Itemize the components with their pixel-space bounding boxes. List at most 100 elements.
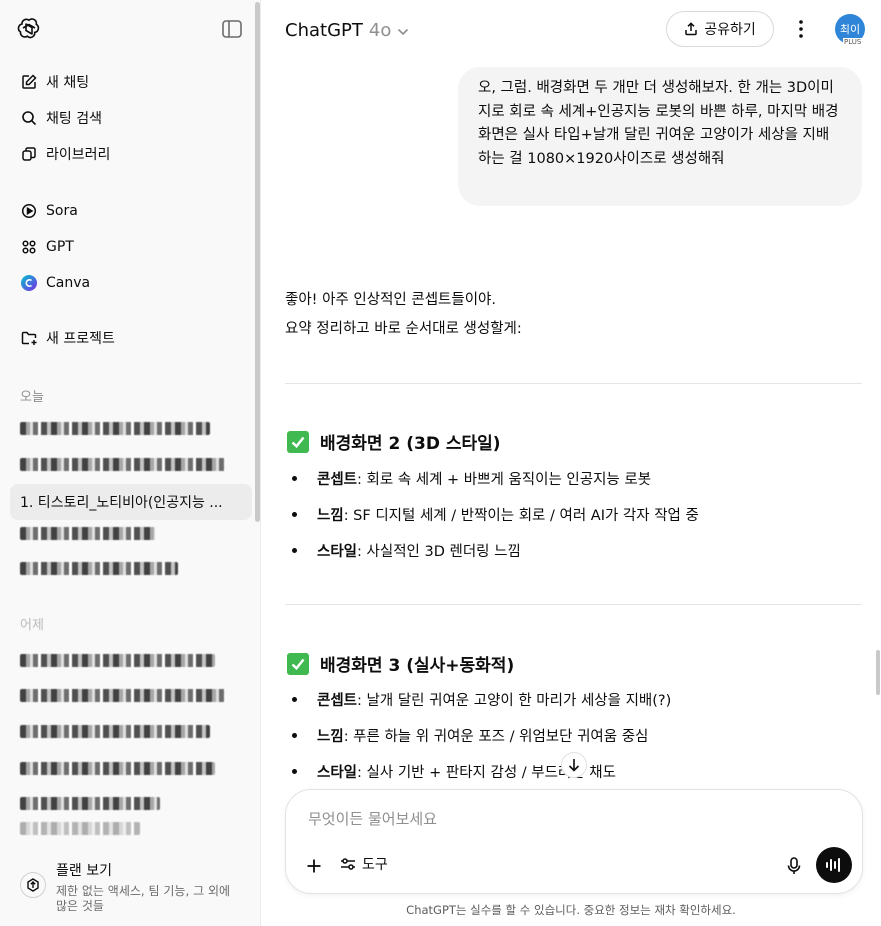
- folder-plus-icon: [20, 329, 38, 347]
- sidebar-item-label: Sora: [46, 203, 78, 219]
- chat-history-item[interactable]: [10, 642, 252, 678]
- model-selector[interactable]: ChatGPT 4o: [285, 20, 409, 41]
- check-mark-icon: [287, 430, 309, 453]
- upgrade-icon: [20, 872, 46, 898]
- sidebar-toggle-icon[interactable]: [221, 19, 243, 39]
- divider: [285, 383, 862, 384]
- upgrade-plan-button[interactable]: 플랜 보기 제한 없는 액세스, 팀 기능, 그 외에 많은 것들: [10, 852, 252, 916]
- chat-history-item[interactable]: [10, 550, 252, 586]
- chat-history-item[interactable]: [10, 713, 252, 749]
- item-key: 콘셉트: [317, 472, 358, 488]
- item-key: 느낌: [317, 729, 344, 745]
- section-title: 배경화면 3 (실사+동화적): [320, 656, 515, 676]
- chat-history-item[interactable]: [10, 750, 252, 786]
- sidebar-item-label: Canva: [46, 275, 91, 291]
- chat-history-item[interactable]: [10, 515, 252, 551]
- more-options-icon[interactable]: [791, 18, 811, 40]
- sidebar-item-gpt[interactable]: GPT: [10, 230, 252, 264]
- sidebar-item-label: GPT: [46, 239, 74, 255]
- message-input[interactable]: 무엇이든 물어보세요: [308, 808, 437, 829]
- sidebar-item-label: 새 채팅: [46, 75, 90, 91]
- gpt-grid-icon: [20, 238, 38, 256]
- sidebar-scrollbar[interactable]: [255, 2, 260, 522]
- plan-title: 플랜 보기: [56, 863, 112, 879]
- section-label-today: 오늘: [20, 390, 44, 405]
- list-item: 콘셉트: 회로 속 세계 + 바쁘게 움직이는 인공지능 로봇: [292, 468, 651, 489]
- sidebar-item-label: 새 프로젝트: [46, 331, 115, 347]
- redacted-chat-title: [20, 724, 210, 738]
- voice-mode-button[interactable]: [816, 847, 852, 883]
- chat-history-item[interactable]: [10, 410, 252, 446]
- scroll-to-bottom-button[interactable]: [561, 752, 587, 778]
- share-button[interactable]: 공유하기: [666, 11, 774, 47]
- plus-icon: [307, 859, 321, 873]
- section-heading: 배경화면 3 (실사+동화적): [287, 651, 514, 676]
- item-key: 스타일: [317, 765, 358, 781]
- divider: [285, 604, 862, 605]
- model-name: ChatGPT: [285, 20, 363, 41]
- share-label: 공유하기: [704, 22, 756, 38]
- edit-icon: [20, 73, 38, 91]
- microphone-icon: [787, 857, 801, 874]
- share-icon: [685, 22, 697, 36]
- redacted-chat-title: [20, 653, 215, 667]
- sidebar-item-sora[interactable]: Sora: [10, 194, 252, 228]
- top-bar: ChatGPT 4o 공유하기 최이 PLUS: [261, 0, 881, 58]
- sidebar-item-label: 채팅 검색: [46, 111, 102, 127]
- user-message-bubble: 오, 그럼. 배경화면 두 개만 더 생성해보자. 한 개는 3D이미지로 회로…: [458, 67, 862, 206]
- plan-subtitle: 제한 없는 액세스, 팀 기능, 그 외에 많은 것들: [56, 884, 231, 913]
- item-key: 느낌: [317, 508, 344, 524]
- message-composer[interactable]: 무엇이든 물어보세요 도구: [285, 789, 863, 894]
- section-label-yesterday: 어제: [20, 618, 44, 633]
- chat-title: 1. 티스토리_노티비아(인공지능 ...: [20, 495, 223, 511]
- section-title: 배경화면 2 (3D 스타일): [320, 434, 501, 454]
- list-item: 스타일: 사실적인 3D 렌더링 느낌: [292, 540, 521, 561]
- item-value: : 날개 달린 귀여운 고양이 한 마리가 세상을 지배(?): [357, 693, 672, 709]
- plan-badge: PLUS: [843, 38, 863, 46]
- item-value: : 사실적인 3D 렌더링 느낌: [357, 544, 521, 560]
- sidebar-item-canva[interactable]: Canva: [10, 266, 252, 300]
- arrow-down-icon: [568, 759, 580, 772]
- chat-history-item[interactable]: [10, 446, 252, 482]
- openai-logo-icon[interactable]: [17, 17, 41, 41]
- redacted-chat-title: [20, 821, 140, 835]
- item-value: : 회로 속 세계 + 바쁘게 움직이는 인공지능 로봇: [357, 472, 652, 488]
- model-version: 4o: [368, 20, 392, 41]
- item-key: 콘셉트: [317, 693, 358, 709]
- dictate-button[interactable]: [782, 854, 806, 878]
- item-key: 스타일: [317, 544, 358, 560]
- search-icon: [20, 109, 38, 127]
- main-scrollbar[interactable]: [876, 650, 880, 695]
- list-item: 콘셉트: 날개 달린 귀여운 고양이 한 마리가 세상을 지배(?): [292, 689, 671, 710]
- redacted-chat-title: [20, 561, 178, 575]
- item-value: : 푸른 하늘 위 귀여운 포즈 / 위엄보단 귀여움 중심: [343, 729, 649, 745]
- assistant-intro-line: 좋아! 아주 인상적인 콘셉트들이야.: [285, 292, 497, 308]
- assistant-intro-line: 요약 정리하고 바로 순서대로 생성할게:: [285, 321, 522, 337]
- redacted-chat-title: [20, 796, 160, 810]
- tools-button[interactable]: 도구: [340, 854, 388, 874]
- redacted-chat-title: [20, 421, 210, 435]
- item-value: : SF 디지털 세계 / 반짝이는 회로 / 여러 AI가 각자 작업 중: [343, 508, 699, 524]
- redacted-chat-title: [20, 761, 215, 775]
- voice-waveform-icon: [826, 858, 840, 872]
- tools-label: 도구: [362, 857, 388, 873]
- chat-history-item[interactable]: [10, 677, 252, 713]
- sidebar-item-new-chat[interactable]: 새 채팅: [10, 65, 252, 99]
- sidebar: 새 채팅 채팅 검색 라이브러리 Sora GPT Canva 새 프로젝트 오…: [0, 0, 261, 926]
- sidebar-item-search-chats[interactable]: 채팅 검색: [10, 101, 252, 135]
- sidebar-item-library[interactable]: 라이브러리: [10, 137, 252, 171]
- sidebar-item-label: 라이브러리: [46, 147, 111, 163]
- chat-history-item[interactable]: [10, 785, 252, 821]
- library-icon: [20, 145, 38, 163]
- list-item: 느낌: 푸른 하늘 위 귀여운 포즈 / 위엄보단 귀여움 중심: [292, 725, 648, 746]
- redacted-chat-title: [20, 457, 225, 471]
- check-mark-icon: [287, 652, 309, 675]
- chat-history-item[interactable]: [10, 818, 252, 838]
- chevron-down-icon: [397, 20, 409, 41]
- add-attachment-button[interactable]: [300, 852, 328, 880]
- tools-sliders-icon: [341, 858, 355, 870]
- sidebar-item-new-project[interactable]: 새 프로젝트: [10, 321, 252, 355]
- list-item: 느낌: SF 디지털 세계 / 반짝이는 회로 / 여러 AI가 각자 작업 중: [292, 504, 699, 525]
- sora-icon: [20, 202, 38, 220]
- section-heading: 배경화면 2 (3D 스타일): [287, 429, 501, 454]
